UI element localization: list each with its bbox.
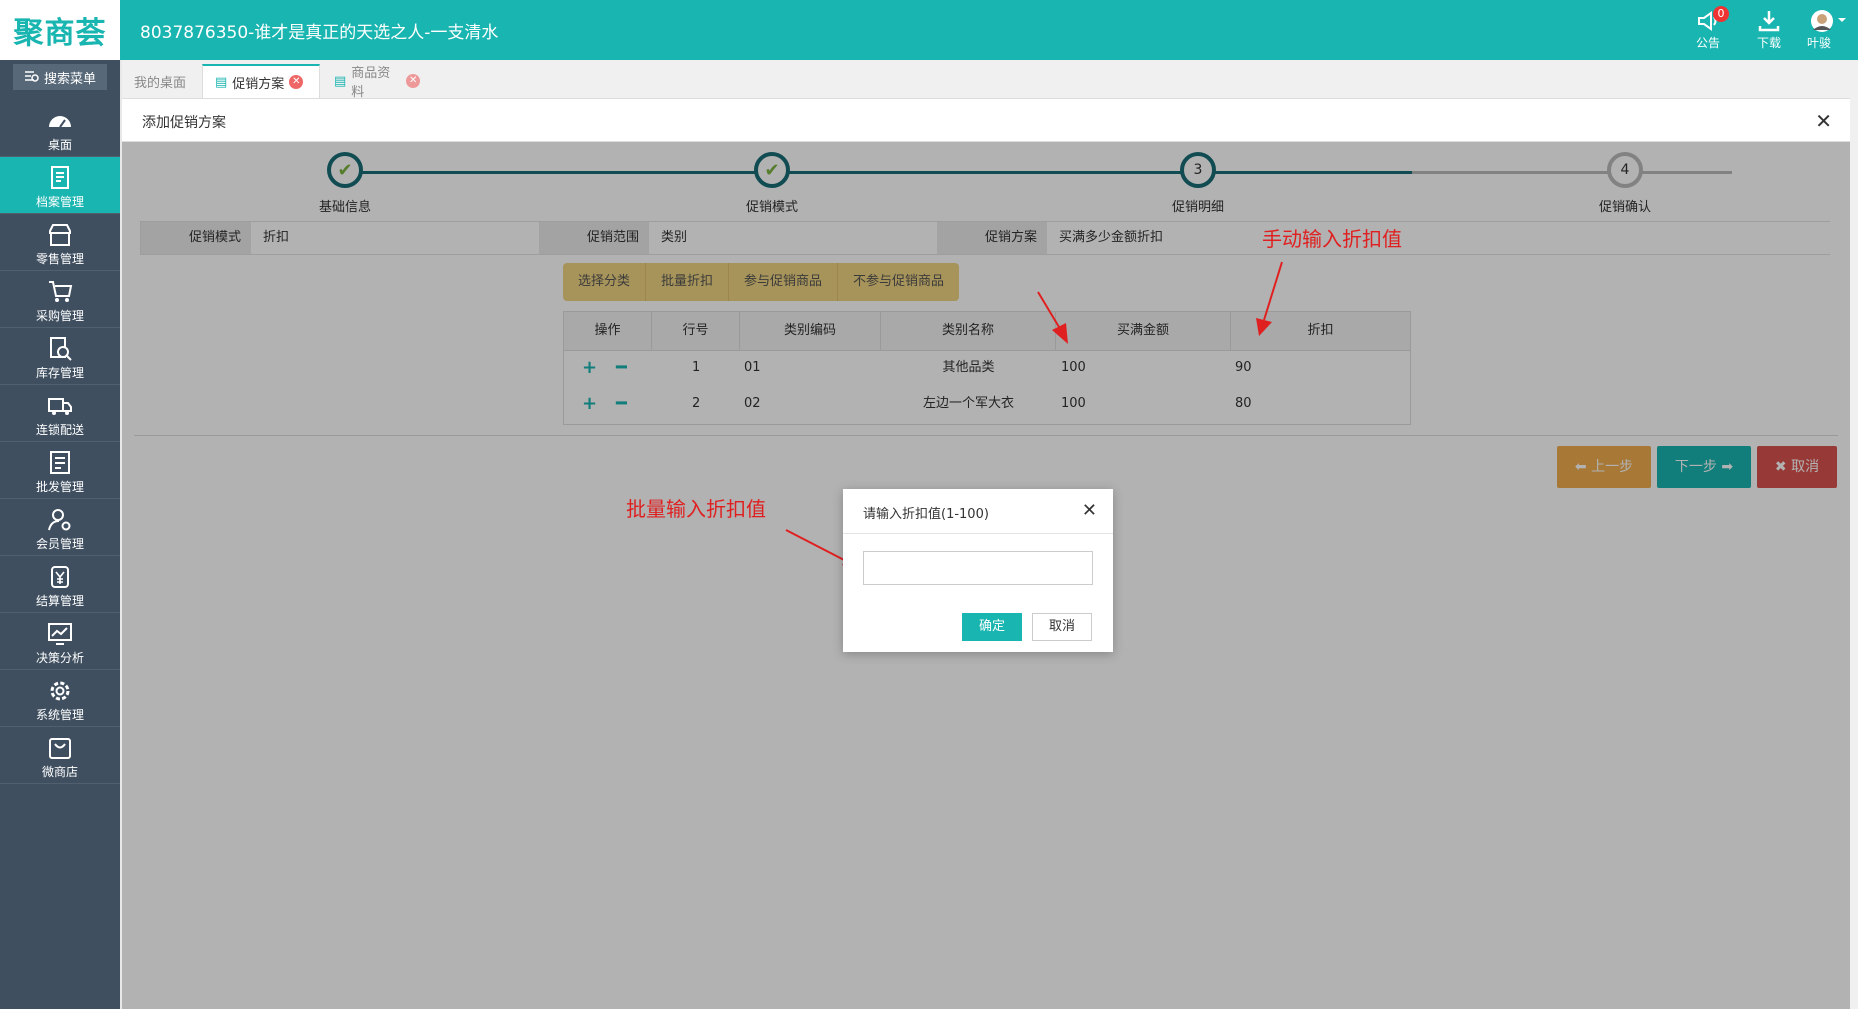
dialog-title: 请输入折扣值(1-100) [863, 507, 989, 522]
discount-input[interactable] [863, 551, 1093, 585]
close-icon[interactable]: ✕ [1082, 500, 1097, 521]
divider [843, 533, 1113, 534]
discount-input-dialog: 请输入折扣值(1-100) ✕ 确定 取消 [843, 489, 1113, 652]
dialog-cancel-button[interactable]: 取消 [1032, 613, 1092, 641]
confirm-button[interactable]: 确定 [962, 613, 1022, 641]
